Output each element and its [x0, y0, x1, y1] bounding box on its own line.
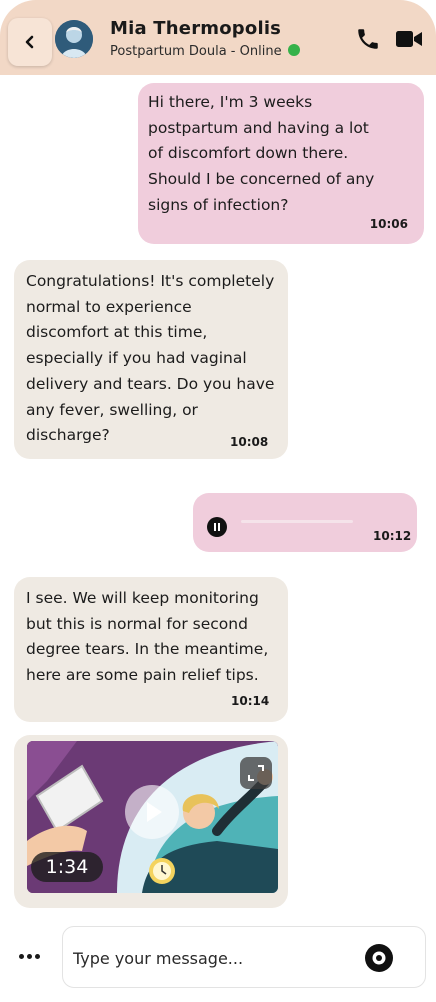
chevron-left-icon — [25, 35, 34, 49]
message-bubble-incoming[interactable]: I see. We will keep monitoring but this … — [14, 577, 288, 722]
expand-icon — [248, 765, 264, 781]
record-button[interactable] — [365, 944, 393, 972]
voice-message-bubble[interactable]: 10:12 — [193, 493, 417, 552]
call-button[interactable] — [355, 26, 381, 52]
more-dots-icon — [18, 953, 24, 959]
online-indicator — [287, 44, 300, 56]
message-time: 10:12 — [373, 529, 412, 544]
message-text: Hi there, I'm 3 weeks postpartum and hav… — [148, 93, 375, 214]
message-time: 10:14 — [231, 694, 270, 709]
message-bubble-incoming[interactable]: Congratulations! It's completely normal … — [14, 260, 288, 459]
message-bubble-outgoing[interactable]: Hi there, I'm 3 weeks postpartum and hav… — [138, 83, 424, 244]
record-icon — [372, 951, 386, 965]
video-duration: 1:34 — [31, 852, 103, 882]
pause-button[interactable] — [207, 517, 227, 537]
message-time: 10:06 — [369, 217, 408, 232]
message-text: Congratulations! It's completely normal … — [26, 272, 275, 445]
message-composer — [62, 926, 426, 988]
message-input[interactable] — [73, 945, 353, 971]
expand-button[interactable] — [240, 757, 272, 789]
play-icon — [147, 802, 162, 822]
video-play-button[interactable] — [125, 785, 179, 839]
contact-status-text: Postpartum Doula - Online — [110, 44, 282, 59]
contact-name: Mia Thermopolis — [110, 18, 282, 39]
video-call-button[interactable] — [395, 28, 423, 50]
phone-icon — [358, 29, 378, 49]
more-options-button[interactable] — [16, 943, 42, 969]
contact-status: Postpartum Doula - Online — [110, 44, 300, 59]
video-camera-icon — [396, 31, 422, 47]
voice-progress-track[interactable] — [241, 520, 353, 523]
avatar[interactable] — [55, 20, 93, 58]
message-time: 10:08 — [230, 435, 269, 450]
video-thumbnail[interactable]: 1:34 — [27, 741, 278, 893]
chat-header: Mia Thermopolis Postpartum Doula - Onlin… — [0, 0, 436, 75]
video-message-bubble[interactable]: 1:34 — [14, 735, 288, 908]
back-button[interactable] — [8, 18, 52, 66]
message-text: I see. We will keep monitoring but this … — [26, 589, 269, 685]
